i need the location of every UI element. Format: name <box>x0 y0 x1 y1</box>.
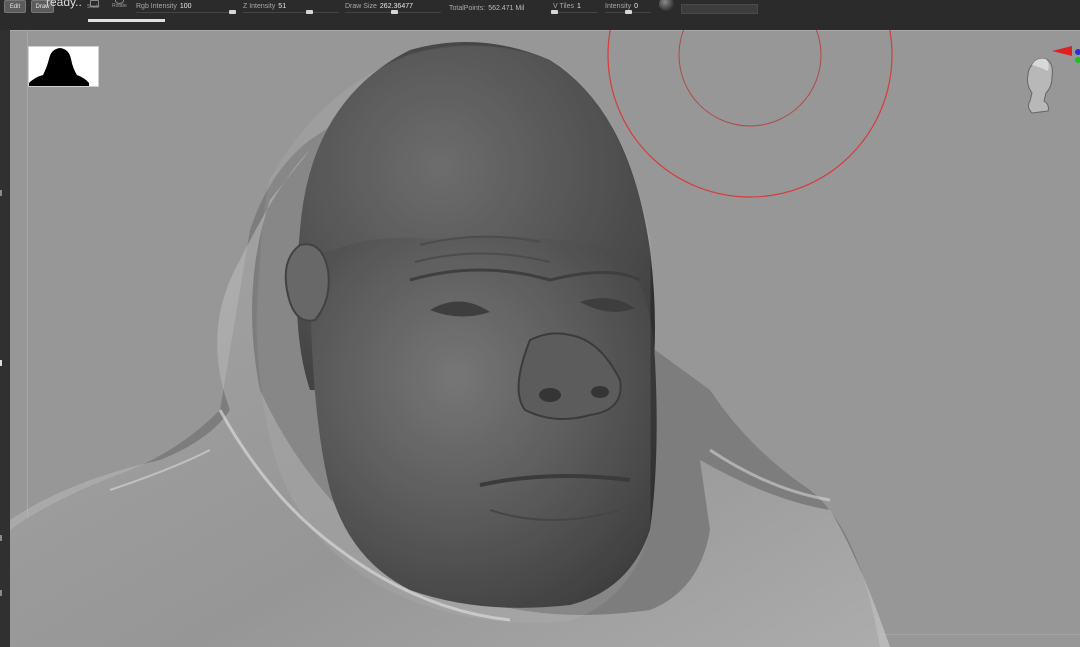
intensity-knob[interactable] <box>625 10 632 14</box>
edit-button[interactable]: Edit <box>4 0 26 13</box>
v-tiles-knob[interactable] <box>551 10 558 14</box>
top-shelf: Edit Draw ready.. Scale Rotate Rgb Inten… <box>0 0 1080 31</box>
tray-marker <box>0 535 2 541</box>
v-tiles-value: 1 <box>577 3 581 10</box>
brush-inner-ring <box>678 30 822 127</box>
total-points-label: TotalPoints: <box>449 5 486 12</box>
total-points: TotalPoints: 562.471 Mil <box>449 5 524 12</box>
tray-marker-active <box>0 360 2 366</box>
total-points-value: 562.471 Mil <box>488 5 525 12</box>
material-sphere-icon[interactable] <box>659 0 674 11</box>
v-tiles-label: V Tiles <box>553 3 575 10</box>
z-intensity-value: 51 <box>278 3 287 10</box>
draw-size-slider[interactable]: Draw Size 262.36477 <box>345 3 413 10</box>
draw-size-knob[interactable] <box>391 10 398 14</box>
tray-marker <box>0 190 2 196</box>
rgb-intensity-label: Rgb Intensity <box>136 3 177 10</box>
rgb-intensity-value: 100 <box>179 3 192 10</box>
intensity-slider[interactable]: Intensity 0 <box>605 3 638 10</box>
axis-gizmo-icon[interactable] <box>1050 42 1080 68</box>
z-intensity-knob[interactable] <box>306 10 313 14</box>
v-tiles-track[interactable] <box>553 12 598 13</box>
brush-outer-ring <box>607 30 893 198</box>
left-tray[interactable] <box>0 30 10 647</box>
z-intensity-label: Z Intensity <box>243 3 276 10</box>
intensity-value: 0 <box>634 3 638 10</box>
draw-size-label: Draw Size <box>345 3 377 10</box>
v-tiles-slider[interactable]: V Tiles 1 <box>553 3 581 10</box>
disabled-field <box>681 4 758 14</box>
document-viewport[interactable] <box>10 30 1080 647</box>
scale-label: Scale <box>87 4 100 10</box>
rotate-label: Rotate <box>112 3 127 9</box>
z-intensity-track[interactable] <box>243 12 339 13</box>
status-ready-text: ready.. <box>46 0 82 9</box>
z-intensity-slider[interactable]: Z Intensity 51 <box>243 3 286 10</box>
rgb-intensity-track[interactable] <box>136 12 236 13</box>
sculpt-model[interactable] <box>10 30 1080 647</box>
rgb-intensity-knob[interactable] <box>229 10 236 14</box>
rgb-intensity-slider[interactable]: Rgb Intensity 100 <box>136 3 192 10</box>
active-tool-indicator <box>88 19 165 22</box>
intensity-label: Intensity <box>605 3 632 10</box>
draw-size-value: 262.36477 <box>379 3 413 10</box>
tray-marker <box>0 590 2 596</box>
